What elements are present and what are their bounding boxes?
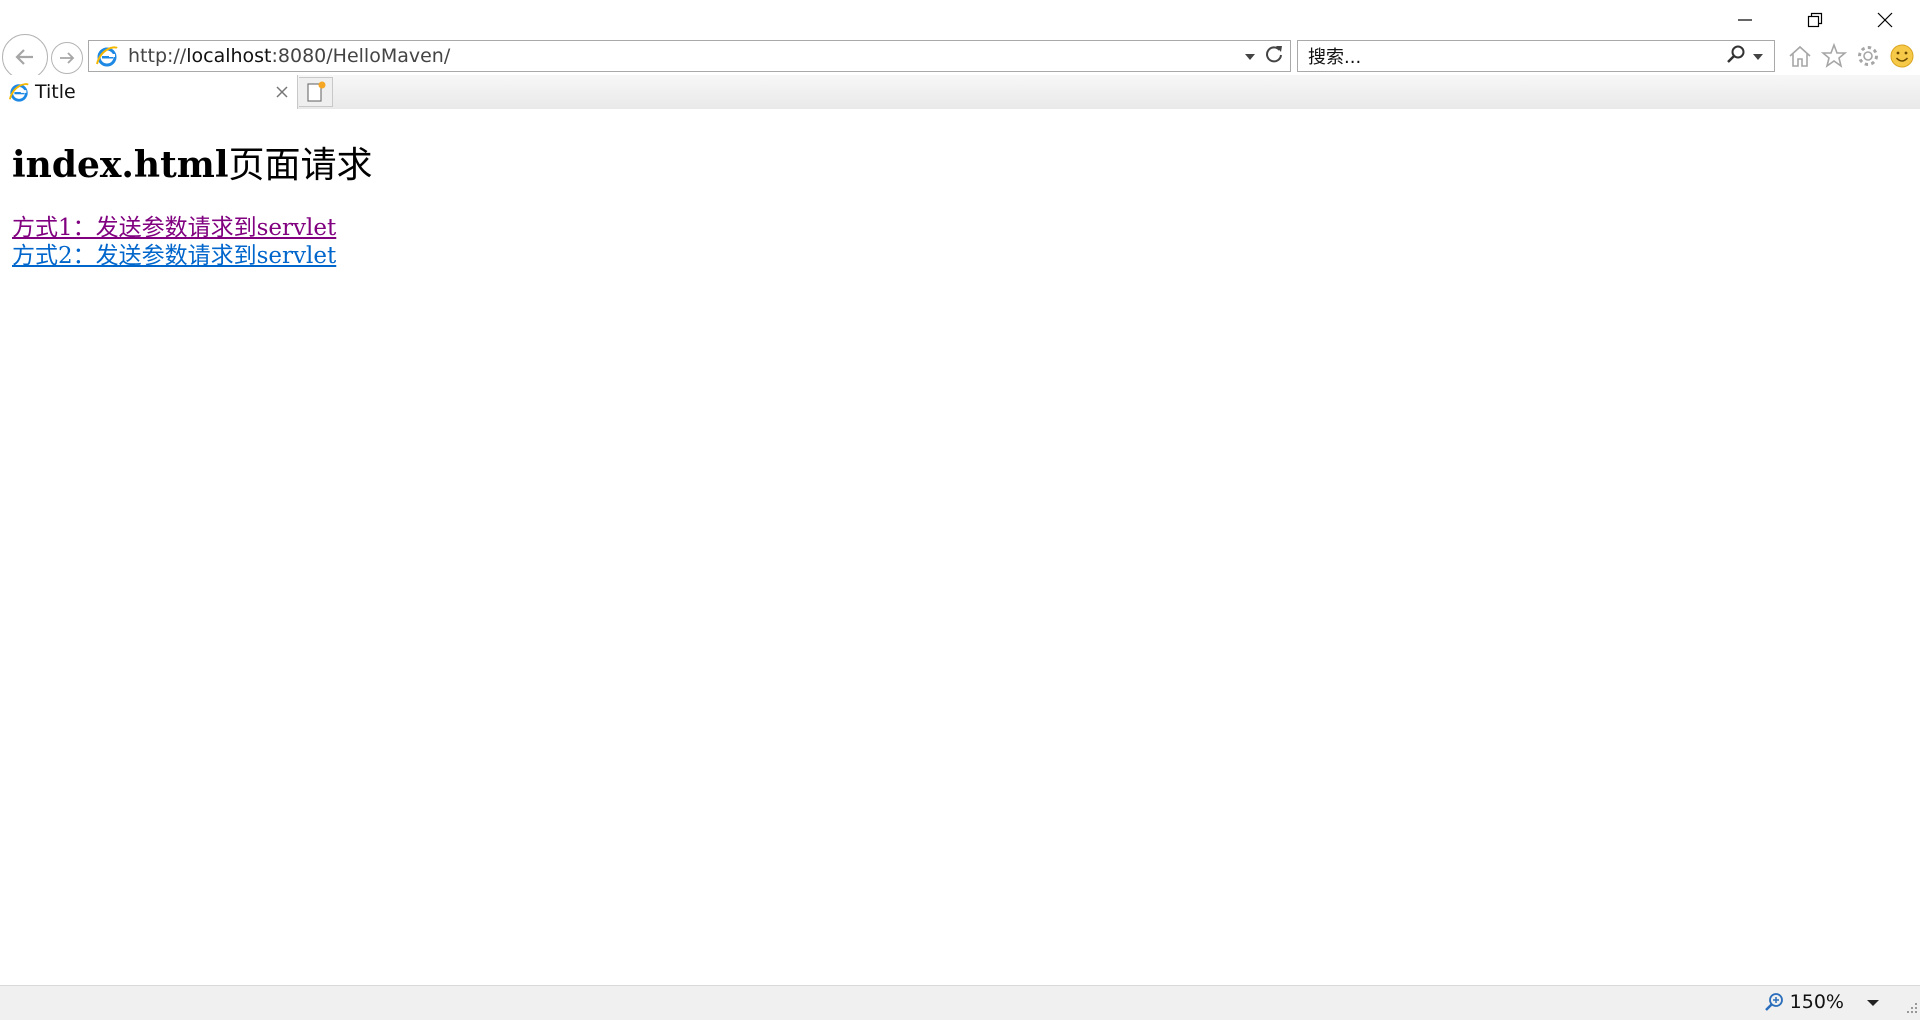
minimize-icon <box>1738 19 1752 21</box>
address-url[interactable]: http://localhost:8080/HelloMaven/ <box>128 45 1244 67</box>
tab-title[interactable]: Title <box>0 75 298 109</box>
search-actions <box>1726 44 1764 68</box>
zoom-control[interactable]: 150% <box>1764 991 1880 1013</box>
page-content: index.html页面请求 方式1：发送参数请求到servlet 方式2：发送… <box>0 110 1920 985</box>
smiley-icon <box>1890 44 1914 68</box>
new-tab-icon <box>306 81 325 102</box>
resize-grip-icon <box>1907 1003 1917 1013</box>
resize-grip[interactable] <box>1904 999 1918 1018</box>
url-host: localhost <box>186 45 272 67</box>
forward-arrow-icon <box>60 52 75 64</box>
star-icon <box>1821 43 1847 68</box>
home-icon <box>1789 45 1811 67</box>
gear-icon <box>1858 46 1878 66</box>
favorites-button[interactable] <box>1820 42 1848 70</box>
close-icon <box>276 86 288 98</box>
zoom-dropdown-button[interactable] <box>1866 993 1880 1012</box>
forward-button[interactable] <box>51 42 83 74</box>
new-tab-button[interactable] <box>299 77 333 107</box>
refresh-button[interactable] <box>1264 44 1284 68</box>
restore-button[interactable] <box>1780 0 1850 40</box>
zoom-level: 150% <box>1789 991 1844 1013</box>
dropdown-icon <box>1867 999 1879 1006</box>
address-dropdown-button[interactable] <box>1244 47 1256 66</box>
feedback-button[interactable] <box>1888 42 1916 70</box>
search-magnifier-icon <box>1727 45 1745 63</box>
zoom-icon <box>1764 993 1783 1011</box>
search-button[interactable] <box>1726 44 1746 68</box>
servlet-link-2[interactable]: 方式2：发送参数请求到servlet <box>12 236 336 270</box>
ie-logo-icon <box>7 80 31 104</box>
window-controls <box>1710 0 1920 40</box>
address-actions <box>1244 44 1284 68</box>
page-heading-cjk: 页面请求 <box>228 145 373 186</box>
close-window-button[interactable] <box>1850 0 1920 40</box>
close-icon <box>1877 12 1893 28</box>
page-heading-latin: index.html <box>12 144 229 186</box>
back-arrow-icon <box>15 49 33 65</box>
tab-label: Title <box>35 81 76 103</box>
page-heading: index.html页面请求 <box>12 136 373 188</box>
dropdown-icon <box>1753 53 1763 60</box>
restore-icon <box>1807 12 1823 28</box>
ie-logo-icon <box>92 41 122 71</box>
minimize-button[interactable] <box>1710 0 1780 40</box>
address-bar[interactable]: http://localhost:8080/HelloMaven/ <box>88 40 1291 72</box>
url-rest: :8080/HelloMaven/ <box>271 45 451 67</box>
refresh-icon <box>1266 46 1282 63</box>
toolbar-icons <box>1786 42 1916 70</box>
settings-button[interactable] <box>1854 42 1882 70</box>
tab-close-button[interactable] <box>271 81 293 103</box>
tab-strip: Title <box>0 75 1920 109</box>
url-protocol: http:// <box>128 45 187 67</box>
navigation-bar: http://localhost:8080/HelloMaven/ 搜索... <box>0 34 1920 80</box>
dropdown-icon <box>1245 53 1255 60</box>
search-bar[interactable]: 搜索... <box>1297 40 1775 72</box>
back-button[interactable] <box>2 34 48 80</box>
search-input[interactable]: 搜索... <box>1308 43 1726 69</box>
home-button[interactable] <box>1786 42 1814 70</box>
search-dropdown-button[interactable] <box>1752 47 1764 66</box>
status-bar: 150% <box>0 985 1920 1020</box>
